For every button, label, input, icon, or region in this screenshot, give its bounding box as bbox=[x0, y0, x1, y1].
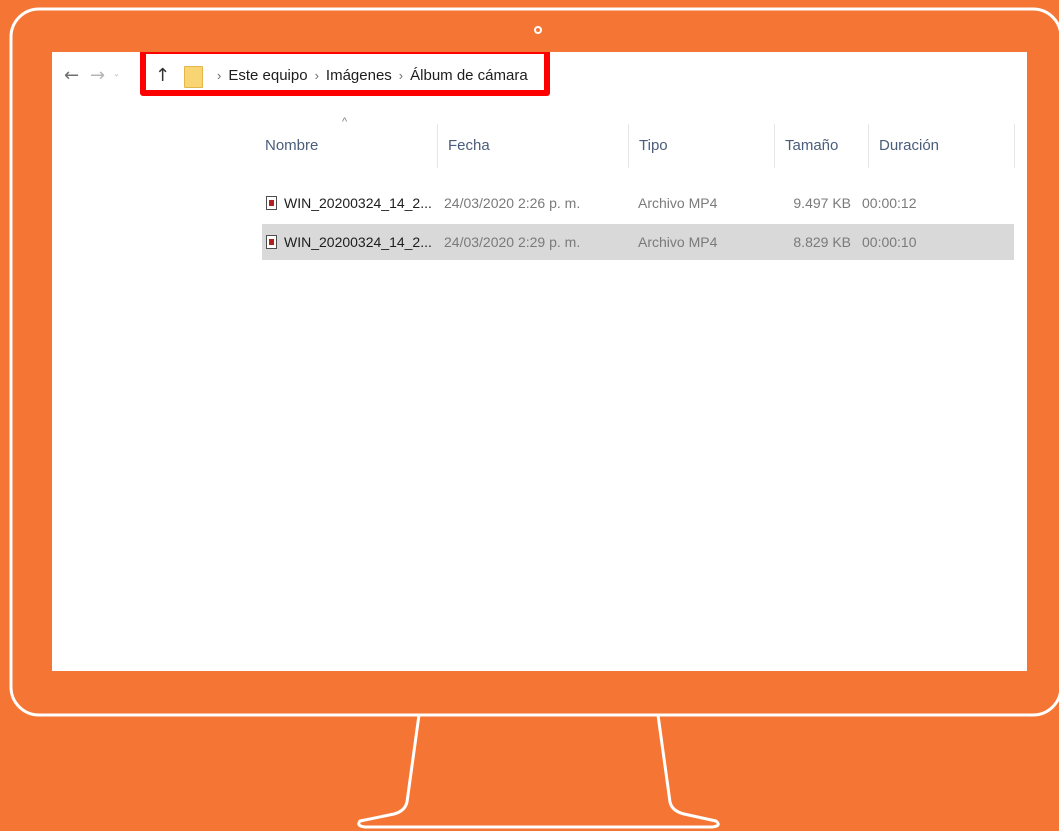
mp4-file-icon bbox=[266, 196, 277, 210]
file-row-selected[interactable]: WIN_20200324_14_2... 24/03/2020 2:29 p. … bbox=[262, 224, 1014, 260]
mp4-file-icon bbox=[266, 235, 277, 249]
file-type: Archivo MP4 bbox=[638, 234, 718, 250]
navigation-bar: ← → ˅ ↑ › Este equipo › Imágenes › Álbum de c… bbox=[52, 52, 1027, 102]
forward-arrow-icon[interactable]: → bbox=[90, 62, 105, 90]
file-size: 9.497 KB bbox=[793, 195, 851, 211]
column-header-duracion[interactable]: Duración bbox=[869, 124, 1015, 168]
file-date: 24/03/2020 2:29 p. m. bbox=[444, 234, 581, 250]
file-type: Archivo MP4 bbox=[638, 195, 718, 211]
file-duration: 00:00:12 bbox=[862, 195, 917, 211]
monitor-illustration: ← → ˅ ↑ › Este equipo › Imágenes › Álbum de c… bbox=[0, 0, 1059, 831]
file-name: WIN_20200324_14_2... bbox=[284, 195, 432, 211]
file-name: WIN_20200324_14_2... bbox=[284, 234, 432, 250]
file-explorer-window: ← → ˅ ↑ › Este equipo › Imágenes › Álbum de c… bbox=[52, 52, 1027, 671]
column-header-tipo[interactable]: Tipo bbox=[629, 124, 775, 168]
back-arrow-icon[interactable]: ← bbox=[64, 62, 79, 90]
file-size: 8.829 KB bbox=[793, 234, 851, 250]
webcam-dot bbox=[534, 26, 542, 34]
breadcrumb-highlight-box bbox=[140, 52, 550, 96]
monitor-stand bbox=[357, 714, 720, 829]
file-row[interactable]: WIN_20200324_14_2... 24/03/2020 2:26 p. … bbox=[262, 185, 1014, 221]
file-date: 24/03/2020 2:26 p. m. bbox=[444, 195, 581, 211]
column-header-nombre[interactable]: Nombre bbox=[255, 124, 438, 168]
file-duration: 00:00:10 bbox=[862, 234, 917, 250]
column-header-fecha[interactable]: Fecha bbox=[438, 124, 629, 168]
column-header-tamano[interactable]: Tamaño bbox=[775, 124, 869, 168]
recent-locations-chevron-icon[interactable]: ˅ bbox=[114, 66, 119, 94]
